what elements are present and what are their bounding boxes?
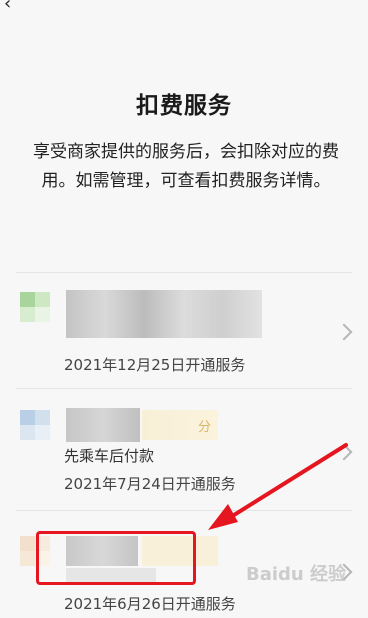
watermark: Baidu 经验 [246, 564, 347, 585]
annotation-arrow [208, 443, 348, 530]
